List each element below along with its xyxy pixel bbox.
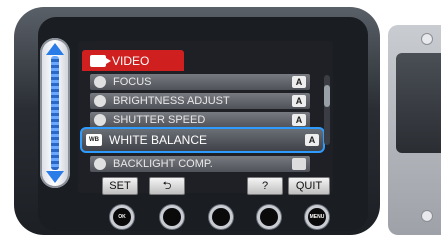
- slider-down-arrow-icon: [46, 171, 64, 183]
- slider-track: [51, 56, 59, 170]
- menu-header-video: VIDEO: [82, 50, 184, 71]
- grid-icon: [292, 158, 306, 170]
- menu-item-white-balance[interactable]: WB WHITE BALANCE A: [80, 127, 325, 153]
- menu-item-brightness-adjust[interactable]: BRIGHTNESS ADJUST A: [90, 93, 310, 109]
- value-badge: A: [292, 114, 306, 126]
- backlight-icon: [94, 158, 106, 170]
- value-badge: A: [305, 134, 319, 146]
- menu-item-label: SHUTTER SPEED: [113, 114, 206, 126]
- value-badge: A: [292, 76, 306, 88]
- focus-icon: [94, 76, 106, 88]
- side-door: [396, 53, 441, 153]
- ok-button[interactable]: OK: [113, 208, 131, 226]
- touch-slider[interactable]: [40, 38, 70, 188]
- menu-scrollbar[interactable]: [324, 75, 330, 145]
- softkey-bar: SET ⮌ ? QUIT: [80, 177, 330, 195]
- menu-item-label: WHITE BALANCE: [109, 133, 208, 147]
- value-badge: A: [292, 95, 306, 107]
- slider-up-arrow-icon: [46, 43, 64, 55]
- white-balance-icon: WB: [86, 134, 102, 146]
- back-button[interactable]: ⮌: [149, 177, 185, 195]
- menu-item-label: BRIGHTNESS ADJUST: [113, 95, 230, 107]
- screw-icon: [421, 210, 433, 222]
- menu-item-shutter-speed[interactable]: SHUTTER SPEED A: [90, 112, 310, 128]
- menu-item-label: FOCUS: [113, 76, 152, 88]
- quit-button[interactable]: QUIT: [288, 177, 330, 195]
- hardware-button-3[interactable]: [212, 208, 230, 226]
- menu-item-focus[interactable]: FOCUS A: [90, 74, 310, 90]
- scrollbar-thumb[interactable]: [324, 85, 330, 107]
- screw-icon: [421, 33, 433, 45]
- ok-label: OK: [118, 214, 126, 220]
- menu-item-label: BACKLIGHT COMP.: [113, 158, 213, 170]
- menu-button[interactable]: MENU: [308, 208, 326, 226]
- hardware-button-4[interactable]: [260, 208, 278, 226]
- brightness-icon: [94, 95, 106, 107]
- hardware-button-2[interactable]: [163, 208, 181, 226]
- set-button[interactable]: SET: [102, 177, 138, 195]
- menu-item-backlight-comp[interactable]: BACKLIGHT COMP.: [90, 156, 310, 172]
- camera-side-panel: [388, 25, 441, 235]
- menu-label: MENU: [309, 214, 325, 220]
- shutter-icon: [94, 114, 106, 126]
- menu-title: VIDEO: [112, 53, 150, 68]
- video-camera-icon: [90, 54, 111, 67]
- help-button[interactable]: ?: [247, 177, 283, 195]
